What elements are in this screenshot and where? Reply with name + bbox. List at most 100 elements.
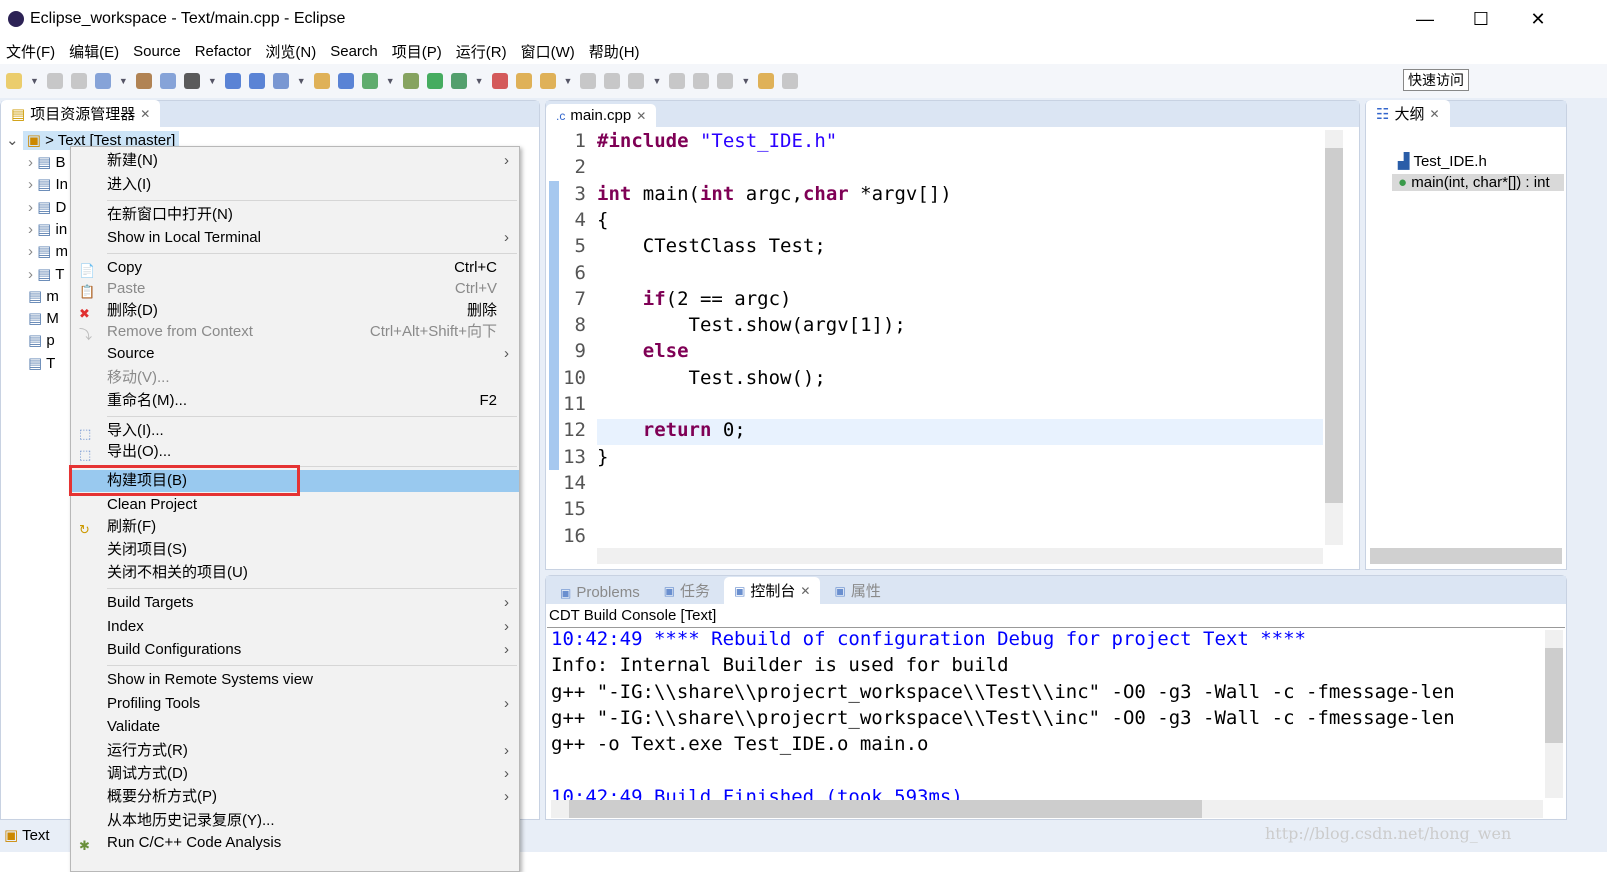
toolbar-button-icon[interactable] (717, 73, 734, 89)
context-menu-item[interactable]: 运行方式(R) › (71, 740, 519, 762)
toolbar-button-icon[interactable] (426, 73, 443, 89)
toolbar-button-icon[interactable] (135, 73, 152, 89)
toolbar-button-icon[interactable] (159, 73, 176, 89)
toolbar-button-icon[interactable] (313, 73, 330, 89)
outline-item-include[interactable]: ▟ Test_IDE.h (1398, 152, 1487, 170)
context-menu-item[interactable]: Source › (71, 343, 519, 365)
tab-outline[interactable]: ☷ 大纲 ✕ (1366, 100, 1450, 127)
toolbar-button-icon[interactable] (515, 73, 532, 89)
menu-item[interactable]: 窗口(W) (521, 41, 575, 62)
context-menu-item[interactable]: Validate (71, 716, 519, 738)
context-menu-item[interactable]: ✱ Run C/C++ Code Analysis (71, 832, 519, 854)
outline-item-main[interactable]: ● main(int, char*[]) : int (1392, 174, 1564, 191)
tab-console-1[interactable]: ▣ 任务 (654, 577, 720, 604)
toolbar-button-icon[interactable] (70, 73, 87, 89)
dropdown-arrow-icon[interactable]: ▼ (741, 76, 750, 86)
toolbar-button-icon[interactable] (94, 73, 111, 89)
chevron-right-icon[interactable]: › (28, 221, 37, 238)
context-menu-item[interactable]: Build Configurations › (71, 639, 519, 661)
dropdown-arrow-icon[interactable]: ▼ (386, 76, 395, 86)
context-menu-item[interactable]: 概要分析方式(P) › (71, 786, 519, 808)
context-menu-item[interactable]: 从本地历史记录复原(Y)... (71, 810, 519, 832)
menu-item[interactable]: 文件(F) (6, 41, 55, 62)
menu-item[interactable]: 帮助(H) (589, 41, 640, 62)
code-line[interactable]: } (597, 446, 608, 468)
toolbar-button-icon[interactable] (272, 73, 289, 89)
toolbar-button-icon[interactable] (224, 73, 241, 89)
toolbar-button-icon[interactable] (491, 73, 508, 89)
tree-item[interactable]: ▤ m (28, 287, 59, 305)
toolbar-button-icon[interactable] (580, 73, 597, 89)
context-menu-item[interactable]: ⬚ 导出(O)... (71, 441, 519, 463)
code-line[interactable]: return 0; (597, 419, 746, 441)
tree-item[interactable]: › ▤ T (28, 265, 64, 283)
context-menu-item[interactable]: ⬚ 导入(I)... (71, 420, 519, 442)
toolbar-button-icon[interactable] (669, 73, 686, 89)
tree-item[interactable]: ▤ M (28, 309, 59, 327)
context-menu-item[interactable]: 关闭项目(S) (71, 539, 519, 561)
menu-item[interactable]: 浏览(N) (265, 41, 316, 62)
editor-horizontal-scrollbar[interactable] (597, 548, 1323, 564)
toolbar-button-icon[interactable] (46, 73, 63, 89)
code-line[interactable]: #include "Test_IDE.h" (597, 130, 837, 152)
toolbar-button-icon[interactable] (183, 73, 200, 89)
minimize-button[interactable]: — (1405, 6, 1445, 32)
menu-item[interactable]: Source (133, 43, 181, 60)
close-button[interactable]: ✕ (1518, 6, 1558, 32)
context-menu-item[interactable]: Index › (71, 616, 519, 638)
context-menu-item[interactable]: ✖ 删除(D) 删除 (71, 300, 519, 322)
code-line[interactable]: if(2 == argc) (597, 288, 792, 310)
outline-scrollbar[interactable] (1370, 548, 1562, 564)
tab-console-2[interactable]: ▣ 控制台 ✕ (724, 577, 821, 604)
dropdown-arrow-icon[interactable]: ▼ (119, 76, 128, 86)
context-menu-item[interactable]: 进入(I) (71, 174, 519, 196)
code-line[interactable]: { (597, 209, 608, 231)
close-icon[interactable]: ✕ (1429, 107, 1439, 121)
context-menu-item[interactable]: Clean Project (71, 494, 519, 516)
menu-item[interactable]: 编辑(E) (69, 41, 119, 62)
maximize-button[interactable]: ☐ (1461, 6, 1501, 32)
chevron-right-icon[interactable]: › (28, 199, 37, 216)
dropdown-arrow-icon[interactable]: ▼ (564, 76, 573, 86)
tree-item[interactable]: › ▤ m (28, 242, 68, 260)
toolbar-button-icon[interactable] (758, 73, 775, 89)
chevron-right-icon[interactable]: › (28, 243, 37, 260)
code-line[interactable]: Test.show(argv[1]); (597, 314, 906, 336)
context-menu-item[interactable]: ↻ 刷新(F) (71, 516, 519, 538)
dropdown-arrow-icon[interactable]: ▼ (475, 76, 484, 86)
tab-console-0[interactable]: ▣ Problems (550, 581, 650, 604)
status-item-text[interactable]: ▣ Text (4, 826, 50, 844)
context-menu-item[interactable]: 在新窗口中打开(N) (71, 204, 519, 226)
tab-main-cpp[interactable]: .c main.cpp ✕ (546, 104, 657, 127)
tree-item[interactable]: › ▤ B (28, 153, 66, 171)
chevron-right-icon[interactable]: › (28, 176, 37, 193)
toolbar-button-icon[interactable] (361, 73, 378, 89)
context-menu-item[interactable]: ⤵ Remove from Context Ctrl+Alt+Shift+向下 (71, 321, 519, 343)
toolbar-button-icon[interactable] (693, 73, 710, 89)
code-line[interactable]: else (597, 340, 689, 362)
code-line[interactable]: CTestClass Test; (597, 235, 826, 257)
toolbar-button-icon[interactable] (6, 73, 22, 89)
toolbar-button-icon[interactable] (628, 73, 645, 89)
code-line[interactable]: Test.show(); (597, 367, 826, 389)
tree-item[interactable]: ▤ T (28, 354, 55, 372)
context-menu-item[interactable]: Profiling Tools › (71, 693, 519, 715)
menu-item[interactable]: 运行(R) (456, 41, 507, 62)
console-horizontal-scrollbar[interactable] (551, 800, 1543, 818)
console-vertical-scrollbar[interactable] (1545, 630, 1563, 798)
tab-project-explorer[interactable]: ▤ 项目资源管理器 ✕ (1, 100, 161, 127)
close-icon[interactable]: ✕ (140, 107, 150, 121)
chevron-down-icon[interactable]: ⌄ (6, 132, 19, 149)
context-menu-item[interactable]: Show in Local Terminal › (71, 227, 519, 249)
dropdown-arrow-icon[interactable]: ▼ (30, 76, 39, 86)
chevron-right-icon[interactable]: › (28, 266, 37, 283)
close-icon[interactable]: ✕ (800, 584, 810, 598)
context-menu-item[interactable]: 新建(N) › (71, 150, 519, 172)
editor-vertical-scrollbar[interactable] (1325, 130, 1343, 545)
context-menu-item[interactable]: 📄 Copy Ctrl+C (71, 257, 519, 279)
toolbar-button-icon[interactable] (248, 73, 265, 89)
toolbar-button-icon[interactable] (337, 73, 354, 89)
dropdown-arrow-icon[interactable]: ▼ (652, 76, 661, 86)
chevron-right-icon[interactable]: › (28, 154, 37, 171)
menu-item[interactable]: Search (330, 43, 378, 60)
